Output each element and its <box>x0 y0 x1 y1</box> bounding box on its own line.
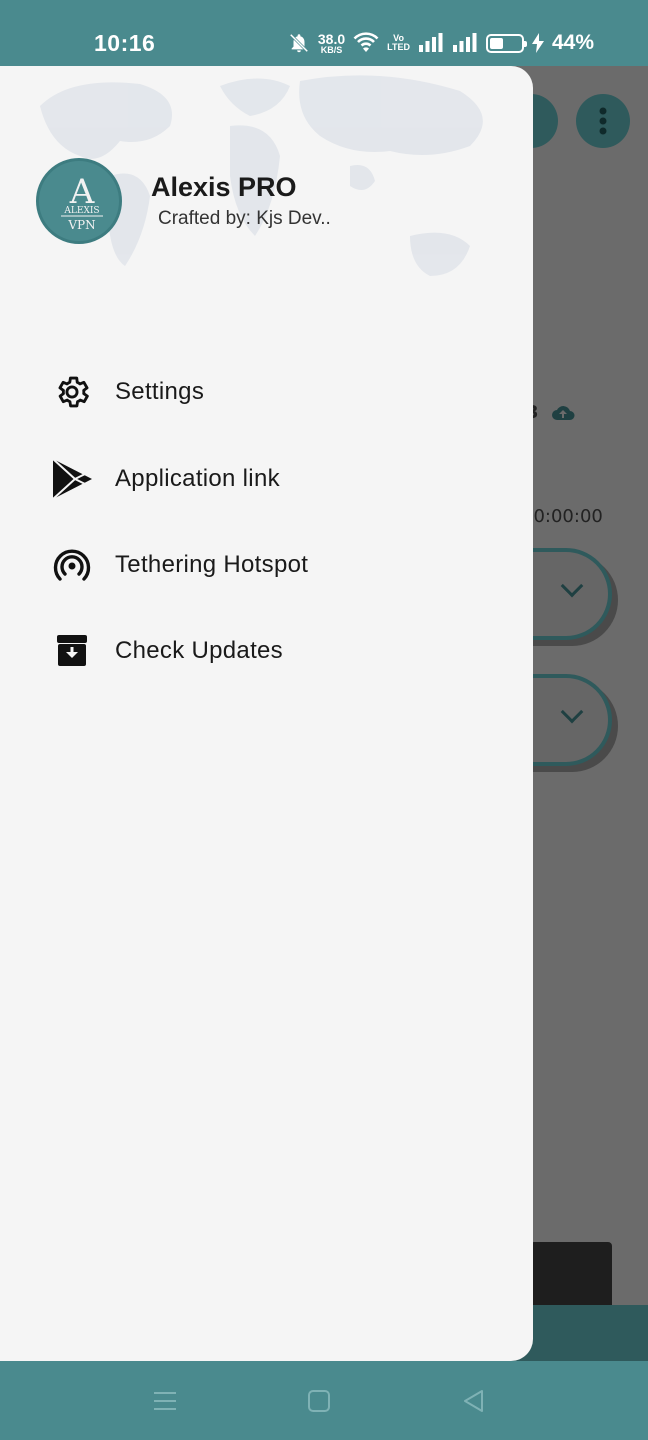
hotspot-icon <box>51 544 93 586</box>
menu-item-label: Check Updates <box>115 637 283 664</box>
more-vert-icon <box>599 107 607 135</box>
gear-icon <box>51 371 93 413</box>
logo-word: ALEXIS <box>63 206 99 216</box>
background-timer: 00:00:00 <box>522 506 603 527</box>
cloud-upload-icon <box>552 406 575 420</box>
play-store-icon <box>51 458 93 500</box>
navigation-drawer: A ALEXIS VPN Alexis PRO Crafted by: Kjs … <box>0 66 533 1361</box>
logo-sub: VPN <box>67 218 95 232</box>
status-time: 10:16 <box>94 30 156 56</box>
menu-item-label: Application link <box>115 465 280 492</box>
net-speed-value: 38.0 <box>317 30 346 47</box>
volte-bottom: LTE <box>387 42 404 52</box>
battery-percent: 44% <box>551 31 594 54</box>
menu-item-label: Tethering Hotspot <box>115 551 309 578</box>
menu-item-tethering-hotspot[interactable]: Tethering Hotspot <box>0 525 533 605</box>
chevron-down-icon <box>560 574 584 598</box>
home-square-icon[interactable] <box>303 1385 335 1417</box>
bell-off-icon <box>289 33 309 53</box>
drawer-app-name: Alexis PRO <box>151 172 297 202</box>
signal-icon <box>418 33 443 52</box>
volte-sub: D <box>403 42 410 52</box>
net-speed: 38.0 KB/S <box>318 32 345 55</box>
menu-item-check-updates[interactable]: Check Updates <box>0 611 533 691</box>
background-menu-button <box>576 94 630 148</box>
drawer-header: A ALEXIS VPN Alexis PRO Crafted by: Kjs … <box>0 66 533 336</box>
system-nav-bar <box>0 1361 648 1440</box>
charging-icon <box>531 33 544 53</box>
battery-icon <box>485 33 527 53</box>
menu-item-application-link[interactable]: Application link <box>0 439 533 519</box>
status-icons: 38.0 KB/S Vo LTED 44% <box>288 28 594 58</box>
menu-item-settings[interactable]: Settings <box>0 352 533 432</box>
drawer-app-credit: Crafted by: Kjs Dev.. <box>158 208 331 229</box>
battery-fill <box>489 37 504 49</box>
app-logo-avatar: A ALEXIS VPN <box>36 158 122 244</box>
status-bar: 10:16 38.0 KB/S Vo LTED 44% <box>0 0 648 66</box>
signal-icon <box>452 33 477 52</box>
net-speed-unit: KB/S <box>320 44 343 55</box>
recents-menu-icon[interactable] <box>149 1385 181 1417</box>
chevron-down-icon <box>560 700 584 724</box>
wifi-icon <box>353 32 379 52</box>
back-triangle-icon[interactable] <box>458 1385 490 1417</box>
volte-indicator: Vo LTED <box>387 34 410 52</box>
menu-item-label: Settings <box>115 378 205 405</box>
archive-download-icon <box>51 630 93 672</box>
